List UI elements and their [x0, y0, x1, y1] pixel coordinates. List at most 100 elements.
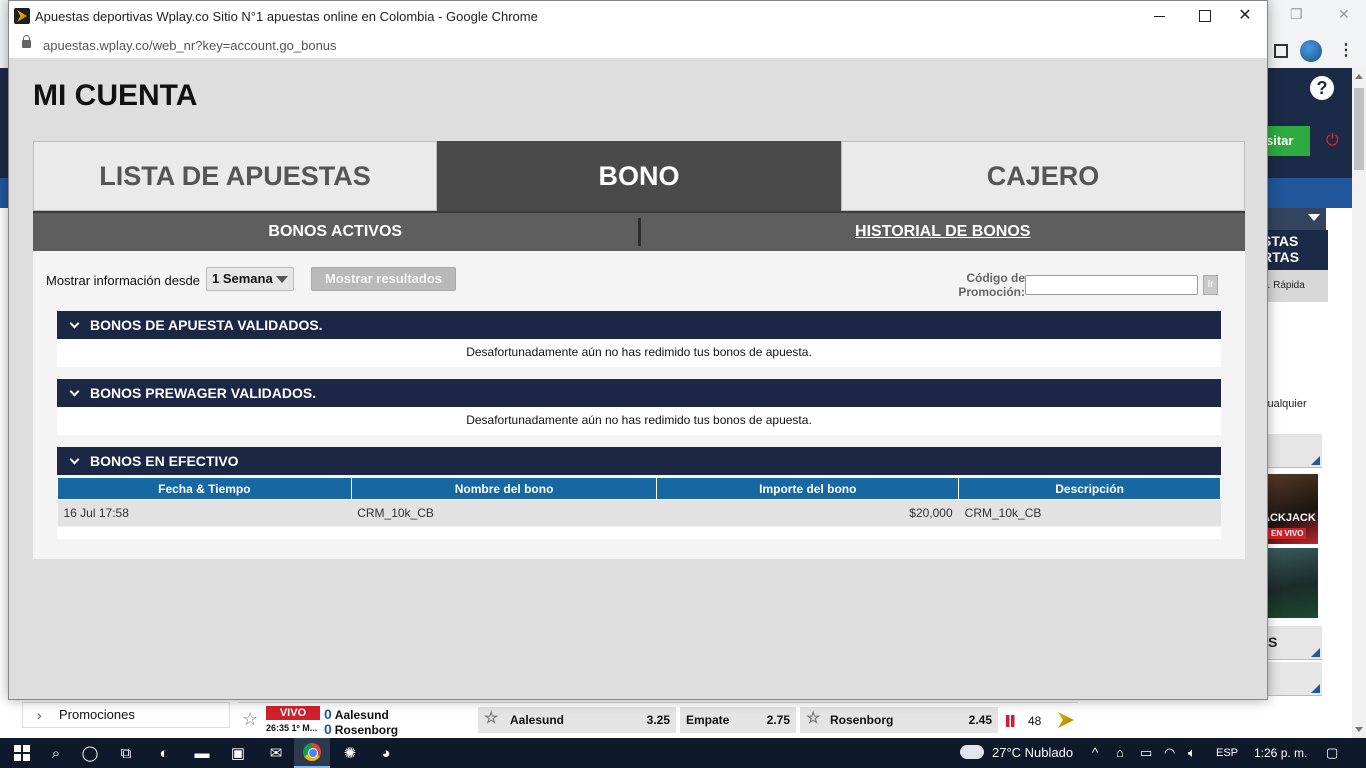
markets-count[interactable]: 48 — [1028, 714, 1041, 728]
popup-address-bar[interactable]: apuestas.wplay.co/web_nr?key=account.go_… — [9, 31, 1267, 59]
odd-button-draw[interactable]: Empate 2.75 — [680, 707, 796, 733]
background-select[interactable] — [1262, 208, 1326, 230]
search-icon[interactable]: ⌕ — [38, 738, 74, 768]
bono-subtabs: BONOS ACTIVOS HISTORIAL DE BONOS — [33, 211, 1245, 251]
tab-bono[interactable]: BONO — [437, 141, 841, 211]
live-badge: VIVO — [266, 706, 320, 720]
period-select[interactable]: 1 Semana — [206, 267, 294, 291]
column-header[interactable]: Nombre del bono — [350, 477, 658, 500]
section-title: BONOS EN EFECTIVO — [90, 453, 239, 469]
corner-triangle-icon — [1311, 684, 1320, 693]
store-icon[interactable]: ▣ — [220, 738, 256, 768]
section-title: BONOS DE APUESTA VALIDADOS. — [90, 317, 323, 333]
language-indicator[interactable]: ESP — [1216, 738, 1238, 768]
scroll-thumb[interactable] — [1354, 88, 1364, 170]
page-scrollbar[interactable] — [1352, 68, 1366, 738]
scroll-down-icon[interactable] — [1355, 727, 1363, 732]
chevron-up-icon[interactable]: ^ — [1092, 738, 1098, 768]
odd-value: 2.75 — [766, 713, 790, 727]
background-toolbar: ⋮ — [1268, 36, 1366, 68]
odd-button-home[interactable]: ☆ Aalesund 3.25 — [478, 707, 676, 733]
star-icon[interactable]: ☆ — [806, 706, 820, 732]
bonus-panel: Mostrar información desde 1 Semana Mostr… — [33, 251, 1245, 559]
cell-description: CRM_10k_CB — [958, 499, 1221, 526]
mail-icon[interactable]: ✉ — [258, 738, 294, 768]
side-title-line2: RTAS — [1262, 249, 1300, 265]
side-title-line1: STAS — [1262, 233, 1299, 249]
minimize-button[interactable] — [1149, 5, 1171, 27]
close-icon[interactable]: ✕ — [1338, 6, 1350, 23]
subtab-bonos-activos[interactable]: BONOS ACTIVOS — [33, 223, 638, 241]
popup-content: MI CUENTA LISTA DE APUESTAS BONO CAJERO … — [9, 59, 1267, 699]
match-time: 26:35 1º M... — [266, 723, 318, 733]
cell-date: 16 Jul 17:58 — [57, 499, 352, 526]
edge-icon[interactable]: ◐ — [146, 738, 182, 768]
section-header-bonos-apuesta[interactable]: BONOS DE APUESTA VALIDADOS. — [57, 311, 1221, 339]
section-message: Desafortunadamente aún no has redimido t… — [57, 339, 1221, 367]
promo-go-button[interactable]: Ir — [1203, 275, 1218, 295]
odd-name: Aalesund — [510, 713, 565, 727]
odd-name: Rosenborg — [830, 713, 894, 727]
lock-icon[interactable] — [22, 35, 31, 48]
split-view-icon[interactable] — [1274, 44, 1288, 58]
scroll-up-icon[interactable] — [1355, 74, 1363, 79]
menu-kebab-icon[interactable]: ⋮ — [1338, 40, 1354, 60]
side-s-label: S — [1268, 634, 1278, 650]
away-score: 0 — [324, 721, 332, 737]
odd-value: 3.25 — [646, 713, 670, 727]
tab-lista-de-apuestas[interactable]: LISTA DE APUESTAS — [33, 141, 437, 211]
app-icon[interactable]: ✺ — [332, 738, 368, 768]
meet-icon[interactable]: ⌂ — [1116, 738, 1124, 768]
task-view-icon[interactable]: ⧉ — [108, 738, 144, 768]
cortana-icon[interactable]: ◯ — [72, 738, 108, 768]
promo-code-input[interactable] — [1025, 275, 1198, 295]
table-header-row: Fecha & Tiempo Nombre del bono Importe d… — [57, 477, 1221, 500]
chevron-right-icon: › — [37, 707, 42, 723]
away-team: 0 Rosenborg — [324, 721, 398, 737]
home-team: 0 Aalesund — [324, 706, 389, 722]
stats-icon[interactable] — [1006, 715, 1018, 727]
subtab-historial-de-bonos[interactable]: HISTORIAL DE BONOS — [641, 223, 1246, 241]
tab-cajero[interactable]: CAJERO — [841, 141, 1245, 211]
column-header[interactable]: Descripción — [958, 477, 1221, 500]
close-button[interactable]: ✕ — [1234, 5, 1256, 27]
sidebar-item-promociones[interactable]: › Promociones — [22, 702, 230, 728]
power-icon[interactable]: ⏻ — [1326, 132, 1339, 150]
casino-promo-image[interactable] — [1262, 548, 1318, 618]
cloud-icon[interactable] — [960, 745, 984, 759]
popup-url[interactable]: apuestas.wplay.co/web_nr?key=account.go_… — [43, 38, 337, 53]
side-box[interactable] — [1262, 662, 1322, 696]
odd-button-away[interactable]: ☆ Rosenborg 2.45 — [800, 707, 998, 733]
wifi-icon[interactable]: ◠ — [1164, 738, 1175, 768]
chrome-taskbar-icon[interactable] — [294, 738, 330, 768]
star-icon[interactable]: ☆ — [484, 706, 498, 732]
start-button[interactable] — [4, 738, 40, 768]
volume-icon[interactable]: 🔈︎ — [1188, 738, 1196, 768]
section-header-bonos-efectivo[interactable]: BONOS EN EFECTIVO — [57, 447, 1221, 475]
discord-icon[interactable]: ◕ — [368, 738, 404, 768]
file-explorer-icon[interactable]: ▬ — [184, 738, 220, 768]
star-icon[interactable]: ☆ — [242, 709, 258, 730]
help-icon[interactable]: ? — [1310, 76, 1334, 100]
column-header[interactable]: Importe del bono — [656, 477, 960, 500]
live-match-row: ☆ VIVO 26:35 1º M... 0 Aalesund 0 Rosenbor… — [238, 702, 1078, 738]
clock[interactable]: 1:26 p. m. — [1254, 738, 1307, 768]
section-header-bonos-prewager[interactable]: BONOS PREWAGER VALIDADOS. — [57, 379, 1221, 407]
background-window-controls: ❐ ✕ — [1266, 0, 1366, 30]
side-box[interactable] — [1262, 434, 1322, 468]
show-results-button[interactable]: Mostrar resultados — [311, 267, 456, 291]
notifications-icon[interactable]: ▢ — [1326, 738, 1338, 768]
visitar-button[interactable]: sitar — [1262, 126, 1310, 156]
popup-window-title: Apuestas deportivas Wplay.co Sitio N°1 a… — [35, 9, 538, 24]
column-header[interactable]: Fecha & Tiempo — [57, 477, 352, 500]
envivo-badge: EN VIVO — [1268, 528, 1307, 539]
cell-amount: $20,000 — [656, 499, 959, 526]
close-icon: ✕ — [1238, 7, 1252, 24]
restore-icon[interactable]: ❐ — [1290, 6, 1303, 23]
weather-text[interactable]: 27°C Nublado — [992, 738, 1073, 768]
profile-avatar[interactable] — [1300, 40, 1322, 62]
maximize-button[interactable] — [1194, 5, 1216, 27]
side-title: STAS RTAS — [1262, 230, 1328, 270]
account-tabs: LISTA DE APUESTAS BONO CAJERO — [33, 141, 1245, 211]
battery-icon[interactable]: ▭ — [1140, 738, 1152, 768]
